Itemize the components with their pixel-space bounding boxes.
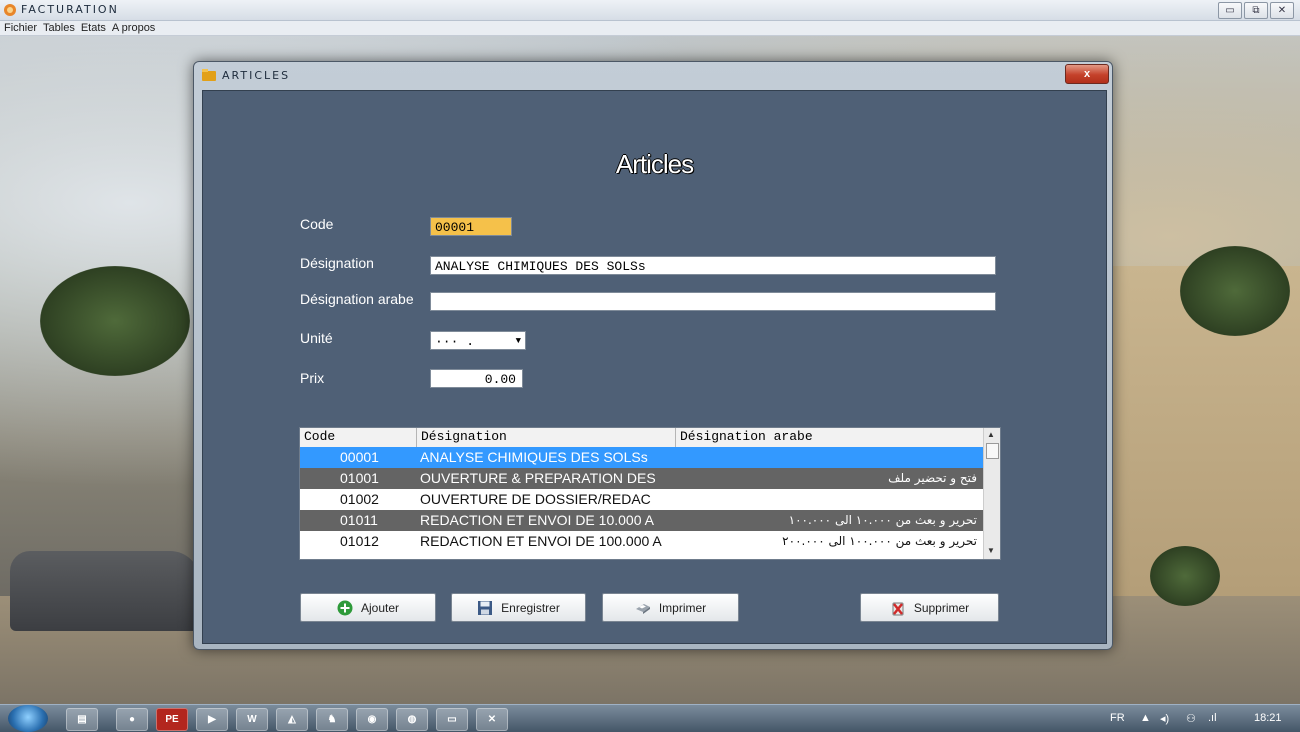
network-icon[interactable]: ⚇ [1186,712,1196,725]
pe-label: PE [165,714,179,725]
menu-fichier[interactable]: Fichier [4,21,37,35]
column-divider[interactable] [675,428,676,447]
code-field[interactable]: 00001 [430,217,512,236]
printer-icon [635,603,650,614]
scroll-up-icon[interactable]: ▲ [987,430,995,439]
list-header: Code Désignation Désignation arabe [300,428,983,448]
row-arabe: فتح و تحضير ملف [888,471,977,485]
row-code: 01001 [340,470,379,486]
row-designation: REDACTION ET ENVOI DE 10.000 A [420,512,654,528]
app-icon[interactable]: ♞ [316,708,348,731]
imprimer-button[interactable]: Imprimer [602,593,739,622]
articles-dialog: ARTICLES x Articles Code 00001 Désignati… [193,61,1113,650]
column-designation[interactable]: Désignation [421,429,507,444]
tool-icon[interactable]: ✕ [476,708,508,731]
unite-select[interactable]: ··· . ▼ [430,331,526,350]
column-code[interactable]: Code [304,429,335,444]
window-controls: ▭ ⧉ ✕ [1218,2,1294,19]
row-code: 00001 [340,449,379,465]
list-item[interactable]: 01001 OUVERTURE & PREPARATION DES فتح و … [300,468,983,489]
unite-value: ··· . [435,334,475,349]
menu-tables[interactable]: Tables [43,21,75,35]
row-arabe: تحرير و بعث من ١٠.٠٠٠ الى ١٠٠.٠٠٠ [788,513,977,527]
word-icon[interactable]: W [236,708,268,731]
articles-list[interactable]: Code Désignation Désignation arabe 00001… [299,427,1001,560]
app-title: FACTURATION [21,3,119,16]
row-code: 01012 [340,533,379,549]
column-divider[interactable] [416,428,417,447]
row-arabe: تحرير و بعث من ١٠٠.٠٠٠ الى ٢٠٠.٠٠٠ [782,534,977,548]
app-titlebar: FACTURATION ▭ ⧉ ✕ [0,0,1300,21]
list-item[interactable]: 01002 OUVERTURE DE DOSSIER/REDAC [300,489,983,510]
enregistrer-label: Enregistrer [501,600,560,615]
row-code: 01002 [340,491,379,507]
row-designation: OUVERTURE & PREPARATION DES [420,470,656,486]
ajouter-label: Ajouter [360,600,400,615]
list-scrollbar[interactable]: ▲ ▼ [983,428,1000,559]
restore-button[interactable]: ⧉ [1244,2,1268,19]
explorer-icon[interactable]: ▤ [66,708,98,731]
scroll-thumb[interactable] [986,443,999,459]
background-car [10,551,200,631]
list-item[interactable]: 00001 ANALYSE CHIMIQUES DES SOLSs [300,447,983,468]
firefox-icon[interactable]: ● [116,708,148,731]
row-designation: OUVERTURE DE DOSSIER/REDAC [420,491,651,507]
designation-arabe-field[interactable] [430,292,996,311]
window-icon[interactable]: ▭ [436,708,468,731]
menu-etats[interactable]: Etats [81,21,106,35]
unite-label: Unité [300,330,333,346]
chevron-down-icon[interactable]: ▼ [516,332,521,349]
menubar: Fichier Tables Etats A propos [0,21,1300,36]
column-designation-arabe[interactable]: Désignation arabe [680,429,813,444]
pe-taskbar-item[interactable]: PE [156,708,188,731]
menu-apropos[interactable]: A propos [112,21,155,35]
row-designation: REDACTION ET ENVOI DE 100.000 A [420,533,662,549]
supprimer-button[interactable]: Supprimer [860,593,999,622]
supprimer-label: Supprimer [913,600,970,615]
add-icon [337,600,353,615]
paint-icon[interactable]: ◉ [356,708,388,731]
row-code: 01011 [340,512,378,528]
row-designation: ANALYSE CHIMIQUES DES SOLSs [420,449,648,465]
clock[interactable]: 18:21 [1254,712,1282,724]
ajouter-button[interactable]: Ajouter [300,593,436,622]
enregistrer-button[interactable]: Enregistrer [451,593,586,622]
start-button[interactable] [8,705,48,732]
background-palm [1180,246,1290,336]
system-tray: FR ▲ ◂) ⚇ .ıl 18:21 [1080,705,1300,732]
dialog-close-button[interactable]: x [1065,64,1109,84]
prix-label: Prix [300,370,325,386]
code-label: Code [300,216,334,232]
page-title: Articles [615,149,694,179]
chevron-up-icon[interactable]: ▲ [1140,712,1151,724]
taskbar: ▤ ● PE ▶ W ◭ ♞ ◉ ◍ ▭ ✕ FR ▲ ◂) ⚇ .ıl 18:… [0,704,1300,732]
scroll-down-icon[interactable]: ▼ [987,546,995,555]
folder-icon [202,69,216,81]
designation-arabe-label: Désignation arabe [300,291,414,307]
volume-icon[interactable]: ◂) [1160,712,1169,725]
delete-icon [892,602,904,615]
close-app-button[interactable]: ✕ [1270,2,1294,19]
list-item[interactable]: 01012 REDACTION ET ENVOI DE 100.000 A تح… [300,531,983,552]
articles-panel: Articles Code 00001 Désignation ANALYSE … [202,90,1107,644]
save-icon [478,600,493,615]
app-icon [4,4,16,16]
language-indicator[interactable]: FR [1110,712,1125,724]
pdf-icon[interactable]: ◭ [276,708,308,731]
background-shrub [1150,546,1220,606]
imprimer-label: Imprimer [658,600,707,615]
dialog-title: ARTICLES [222,69,291,82]
desktop-background: ARTICLES x Articles Code 00001 Désignati… [0,36,1300,704]
prix-field[interactable]: 0.00 [430,369,523,388]
media-icon[interactable]: ▶ [196,708,228,731]
minimize-button[interactable]: ▭ [1218,2,1242,19]
background-palm [40,266,190,376]
chrome-icon[interactable]: ◍ [396,708,428,731]
designation-label: Désignation [300,255,374,271]
signal-icon[interactable]: .ıl [1208,712,1217,724]
list-item[interactable]: 01011 REDACTION ET ENVOI DE 10.000 A تحر… [300,510,983,531]
designation-field[interactable]: ANALYSE CHIMIQUES DES SOLSs [430,256,996,275]
